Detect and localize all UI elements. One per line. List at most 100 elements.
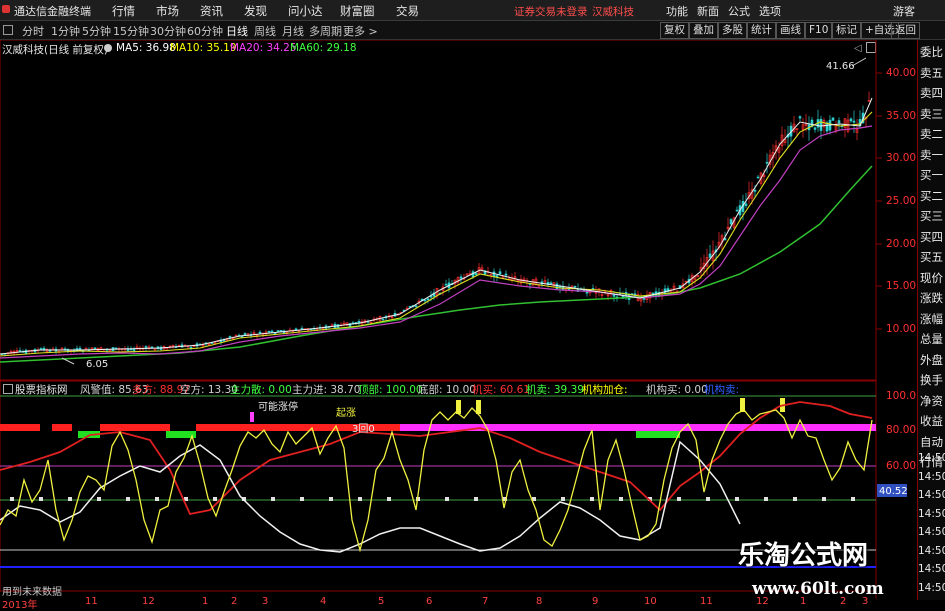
statistics-button[interactable]: 统计 — [747, 22, 776, 39]
sidebar-item[interactable]: 委比 — [920, 44, 945, 60]
price-axis-ticks — [876, 72, 882, 330]
mark-button[interactable]: 标记 — [832, 22, 861, 39]
sidebar-item[interactable]: 买一 — [920, 167, 945, 183]
level-dot — [764, 497, 768, 501]
trade-login-notice[interactable]: 证券交易未登录 — [514, 4, 588, 19]
menu-function[interactable]: 功能 — [666, 3, 688, 19]
menu-market[interactable]: 市场 — [156, 3, 179, 19]
sidebar-item[interactable]: 换手 — [920, 372, 945, 388]
level-dot — [851, 497, 855, 501]
sidebar-item[interactable]: 买四 — [920, 229, 945, 245]
sidebar-item[interactable]: 卖三 — [920, 106, 945, 122]
signal-block — [636, 431, 680, 438]
candle-body — [492, 271, 496, 277]
window-menu-icon[interactable] — [3, 25, 13, 35]
sidebar-item[interactable]: 买三 — [920, 208, 945, 224]
candle-body — [267, 330, 271, 333]
indicator-value-label: 机构卖: — [704, 384, 740, 396]
indicator-axis-label: 60.00 — [886, 460, 917, 472]
level-dot — [677, 497, 681, 501]
sidebar-item[interactable]: 卖二 — [920, 126, 945, 142]
level-dot — [155, 497, 159, 501]
period-more[interactable]: 更多 > — [343, 23, 378, 39]
low-price-label: 6.05 — [86, 359, 108, 370]
indicator-menu-icon[interactable] — [3, 384, 13, 394]
menu-new-page[interactable]: 新面 — [697, 3, 719, 19]
f10-button[interactable]: F10 — [805, 22, 833, 39]
sidebar-item[interactable]: 买二 — [920, 188, 945, 204]
restore-rights-button[interactable]: 复权 — [660, 22, 689, 39]
price-axis-label: 40.00 — [886, 67, 917, 79]
sidebar-item[interactable]: 买五 — [920, 249, 945, 265]
indicator-value-label: 主力散: 0.00 — [230, 384, 292, 396]
candle-body — [819, 118, 823, 131]
period-5min[interactable]: 5分钟 — [82, 23, 111, 39]
menu-quotes[interactable]: 行情 — [112, 3, 135, 19]
date-tick: 4 — [320, 596, 327, 607]
price-pane-border — [0, 40, 877, 381]
level-dot — [97, 497, 101, 501]
multi-stock-button[interactable]: 多股 — [718, 22, 747, 39]
sidebar-item[interactable]: 卖一 — [920, 147, 945, 163]
menu-formula[interactable]: 公式 — [728, 3, 750, 19]
sidebar-item[interactable]: 外盘 — [920, 352, 945, 368]
candle-body — [744, 203, 748, 206]
white-trend-line — [0, 440, 741, 553]
date-tick: 1 — [202, 596, 209, 607]
annotation-limit-up: 可能涨停 — [258, 400, 298, 413]
menu-fortune[interactable]: 财富圈 — [340, 3, 375, 19]
back-button[interactable]: 返回 — [891, 22, 920, 39]
date-tick: 2 — [231, 596, 238, 607]
date-tick: 5 — [378, 596, 385, 607]
period-tick[interactable]: 分时 — [22, 23, 44, 39]
sidebar-item[interactable]: 净资 — [920, 393, 945, 409]
level-dot — [126, 497, 130, 501]
level-dot — [329, 497, 333, 501]
sidebar-item[interactable]: 自动 — [920, 434, 945, 450]
menu-options[interactable]: 选项 — [759, 3, 781, 19]
sidebar-item[interactable]: 现价 — [920, 270, 945, 286]
sidebar-item[interactable]: 总量 — [920, 331, 945, 347]
period-1min[interactable]: 1分钟 — [51, 23, 80, 39]
period-weekly[interactable]: 周线 — [254, 23, 276, 39]
menu-trade[interactable]: 交易 — [396, 3, 419, 19]
sidebar-item[interactable]: 收益 — [920, 413, 945, 429]
period-15min[interactable]: 15分钟 — [113, 23, 149, 39]
indicator-name[interactable]: 股票指标网 — [15, 382, 68, 397]
menu-discover[interactable]: 发现 — [244, 3, 267, 19]
period-30min[interactable]: 30分钟 — [150, 23, 186, 39]
menu-ask[interactable]: 问小达 — [288, 3, 323, 19]
sidebar-time: 14:50 — [918, 489, 945, 501]
period-multi[interactable]: 多周期 — [309, 23, 342, 39]
overlay-button[interactable]: 叠加 — [689, 22, 718, 39]
guest-label[interactable]: 游客 — [893, 3, 915, 19]
indicator-value-label: 机构买: 0.00 — [646, 384, 708, 396]
sidebar-item[interactable]: 涨幅 — [920, 311, 945, 327]
draw-line-button[interactable]: 画线 — [776, 22, 805, 39]
sidebar-item[interactable]: 卖五 — [920, 65, 945, 81]
menu-news[interactable]: 资讯 — [200, 3, 223, 19]
indicator-value-label: 底部: 10.00 — [418, 384, 476, 396]
date-tick: 7 — [482, 596, 489, 607]
candle-body — [144, 346, 148, 349]
candle-body — [798, 116, 802, 119]
level-dot — [561, 497, 565, 501]
sidebar-item[interactable]: 涨跌 — [920, 290, 945, 306]
period-monthly[interactable]: 月线 — [282, 23, 304, 39]
candlestick-series — [0, 91, 871, 357]
level-dot — [474, 497, 478, 501]
indicator-value-label: 机买: 60.61 — [472, 384, 530, 396]
date-tick: 3 — [262, 596, 269, 607]
level-dot — [822, 497, 826, 501]
period-daily[interactable]: 日线 — [226, 23, 248, 39]
level-dot — [735, 497, 739, 501]
candle-body — [753, 189, 757, 192]
level-dot — [793, 497, 797, 501]
sidebar-item[interactable]: 卖四 — [920, 85, 945, 101]
date-tick: 6 — [426, 596, 433, 607]
ma20-line — [0, 125, 873, 359]
period-60min[interactable]: 60分钟 — [187, 23, 223, 39]
ma5-line — [0, 97, 873, 355]
date-tick: 8 — [536, 596, 543, 607]
candle-body — [708, 253, 712, 258]
